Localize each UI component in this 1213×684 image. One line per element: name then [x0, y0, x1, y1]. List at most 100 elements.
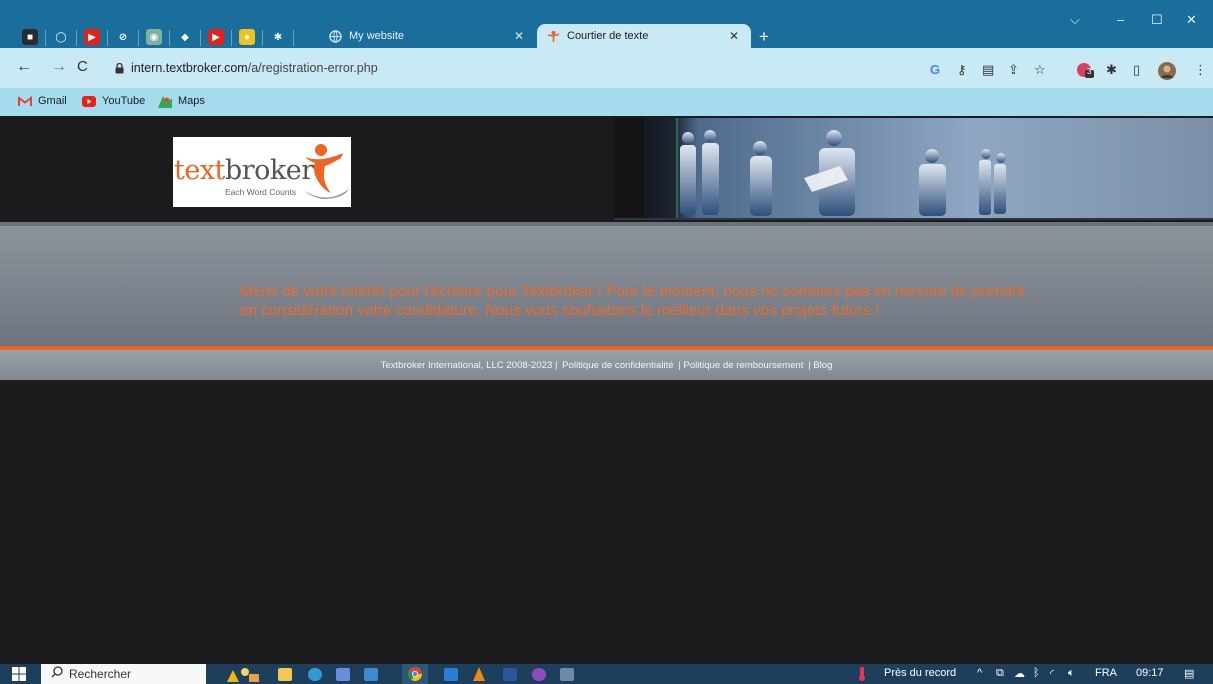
profile-avatar[interactable]	[1158, 62, 1176, 83]
pinned-tab-favicon: ◉	[146, 29, 162, 45]
chrome-icon	[408, 667, 422, 681]
bookmark-label: Maps	[178, 95, 205, 107]
tab-separator	[138, 30, 139, 46]
pinned-tab-favicon: ✱	[270, 29, 286, 45]
bookmark-youtube[interactable]: YouTube	[82, 95, 145, 107]
textbroker-logo[interactable]: textbroker Each Word Counts	[173, 137, 351, 207]
windows-taskbar: Rechercher Près du record ^ ⧉ ☁ ᛒ ◜ 🔈︎ F…	[0, 664, 1213, 684]
tab-separator	[293, 30, 294, 46]
bookmarks-bar: Gmail YouTube Maps	[0, 88, 1213, 116]
gmail-icon	[18, 95, 32, 107]
word-icon[interactable]	[503, 667, 517, 681]
notifications-icon[interactable]: ▤	[1184, 667, 1194, 680]
vscode-icon[interactable]	[444, 667, 458, 681]
github-icon[interactable]: ◯	[51, 27, 71, 47]
weather-label[interactable]: Près du record	[884, 667, 956, 679]
registration-error-message: Merci de votre intérêt pour l'écriture p…	[240, 283, 1026, 319]
tab-title: My website	[349, 30, 405, 42]
mail-icon[interactable]	[364, 667, 378, 681]
pinned-tab-favicon: ◯	[53, 29, 69, 45]
windows-start-icon[interactable]	[12, 667, 26, 681]
message-panel: Merci de votre intérêt pour l'écriture p…	[0, 222, 1213, 346]
edge-icon[interactable]	[308, 667, 322, 681]
tab-my-website[interactable]: My website ✕	[328, 24, 536, 48]
password-key-icon[interactable]: ⚷	[957, 62, 967, 78]
tab-search-icon[interactable]: ⌵	[1070, 12, 1080, 28]
textbroker-favicon-icon	[546, 29, 560, 43]
app-icon[interactable]	[532, 667, 546, 681]
vlc-icon[interactable]	[473, 667, 485, 681]
show-hidden-icons-icon[interactable]: ^	[977, 667, 982, 679]
blue-app-icon[interactable]: ◆	[175, 27, 195, 47]
translate-icon[interactable]: ▤	[982, 62, 994, 78]
maximize-button[interactable]: ☐	[1151, 12, 1163, 28]
bookmark-maps[interactable]: Maps	[158, 95, 205, 108]
taskbar-search-box[interactable]: Rechercher	[41, 664, 206, 684]
youtube-icon	[82, 95, 96, 107]
minimize-button[interactable]: –	[1117, 12, 1124, 27]
google-lens-icon[interactable]: G	[930, 62, 940, 77]
website-favicon-icon	[328, 29, 342, 43]
tab-close-icon[interactable]: ✕	[514, 29, 524, 43]
tab-separator	[169, 30, 170, 46]
tab-separator	[76, 30, 77, 46]
forward-button[interactable]: →	[51, 58, 67, 76]
wifi-icon[interactable]: ◜	[1050, 667, 1054, 680]
url-host: intern.textbroker.com	[131, 61, 248, 75]
new-tab-button[interactable]: +	[759, 27, 769, 47]
asterisk-icon[interactable]: ✱	[268, 27, 288, 47]
extensions-puzzle-icon[interactable]: ✱	[1106, 62, 1117, 78]
pinned-tab-favicon: ⊘	[115, 29, 131, 45]
bookmark-gmail[interactable]: Gmail	[18, 95, 67, 107]
tab-separator	[262, 30, 263, 46]
browser-toolbar: ← → C intern.textbroker.com/a/registrati…	[0, 48, 1213, 88]
tab-separator	[45, 30, 46, 46]
reload-button[interactable]: C	[77, 58, 88, 75]
clock[interactable]: 09:17	[1136, 667, 1164, 679]
adblock-extension-icon[interactable]: 3	[1076, 62, 1094, 81]
tab-title: Courtier de texte	[567, 30, 649, 42]
url-path: /a/registration-error.php	[247, 61, 378, 75]
youtube-icon[interactable]: ▶	[82, 27, 102, 47]
site-footer: Textbroker International, LLC 2008-2023 …	[0, 350, 1213, 380]
footer-link-refund[interactable]: | Politique de remboursement	[677, 360, 804, 371]
tab-courtier-de-texte[interactable]: Courtier de texte ✕	[537, 24, 751, 48]
extension-badge: 3	[1087, 67, 1092, 76]
back-button[interactable]: ←	[16, 58, 32, 76]
widgets-icon[interactable]	[225, 667, 261, 682]
pinned-tab-favicon: ▶	[84, 29, 100, 45]
language-indicator[interactable]: FRA	[1095, 667, 1117, 679]
dark-app-icon[interactable]: ■	[20, 27, 40, 47]
onedrive-icon[interactable]: ☁	[1014, 667, 1025, 680]
bluetooth-icon[interactable]: ᛒ	[1033, 667, 1040, 679]
volume-icon[interactable]: 🔈︎	[1068, 667, 1075, 680]
search-placeholder: Rechercher	[69, 667, 132, 681]
bookmark-star-icon[interactable]: ☆	[1034, 62, 1046, 78]
share-icon[interactable]: ⇪	[1008, 62, 1019, 78]
pinned-tab-favicon: ◆	[177, 29, 193, 45]
address-bar[interactable]: intern.textbroker.com/a/registration-err…	[101, 55, 1071, 81]
footer-copyright: Textbroker International, LLC 2008-2023 …	[380, 360, 558, 371]
site-header: textbroker Each Word Counts	[0, 118, 1213, 222]
close-window-button[interactable]: ✕	[1186, 12, 1197, 28]
meet-now-icon[interactable]: ⧉	[996, 667, 1004, 680]
link-icon[interactable]: ⊘	[113, 27, 133, 47]
keyboard-app-icon[interactable]	[560, 667, 574, 681]
tab-separator	[107, 30, 108, 46]
pinned-tab-favicon: ▶	[208, 29, 224, 45]
chrome-taskbar-button[interactable]	[402, 664, 428, 684]
youtube-studio-icon[interactable]: ▶	[206, 27, 226, 47]
file-explorer-icon[interactable]	[278, 667, 292, 681]
weather-icon[interactable]	[856, 667, 868, 684]
pinned-tab-favicon: ■	[22, 29, 38, 45]
logo-figure-icon	[305, 144, 349, 199]
footer-link-blog[interactable]: | Blog	[807, 360, 833, 371]
store-icon[interactable]	[336, 667, 350, 681]
footer-link-privacy[interactable]: Politique de confidentialité	[561, 360, 674, 371]
side-panel-icon[interactable]: ▯	[1133, 62, 1140, 78]
tab-close-icon[interactable]: ✕	[729, 29, 739, 43]
yellow-app-icon[interactable]: ●	[237, 27, 257, 47]
chrome-menu-icon[interactable]: ⋮	[1194, 62, 1207, 78]
lock-icon	[115, 61, 124, 74]
chatgpt-icon[interactable]: ◉	[144, 27, 164, 47]
